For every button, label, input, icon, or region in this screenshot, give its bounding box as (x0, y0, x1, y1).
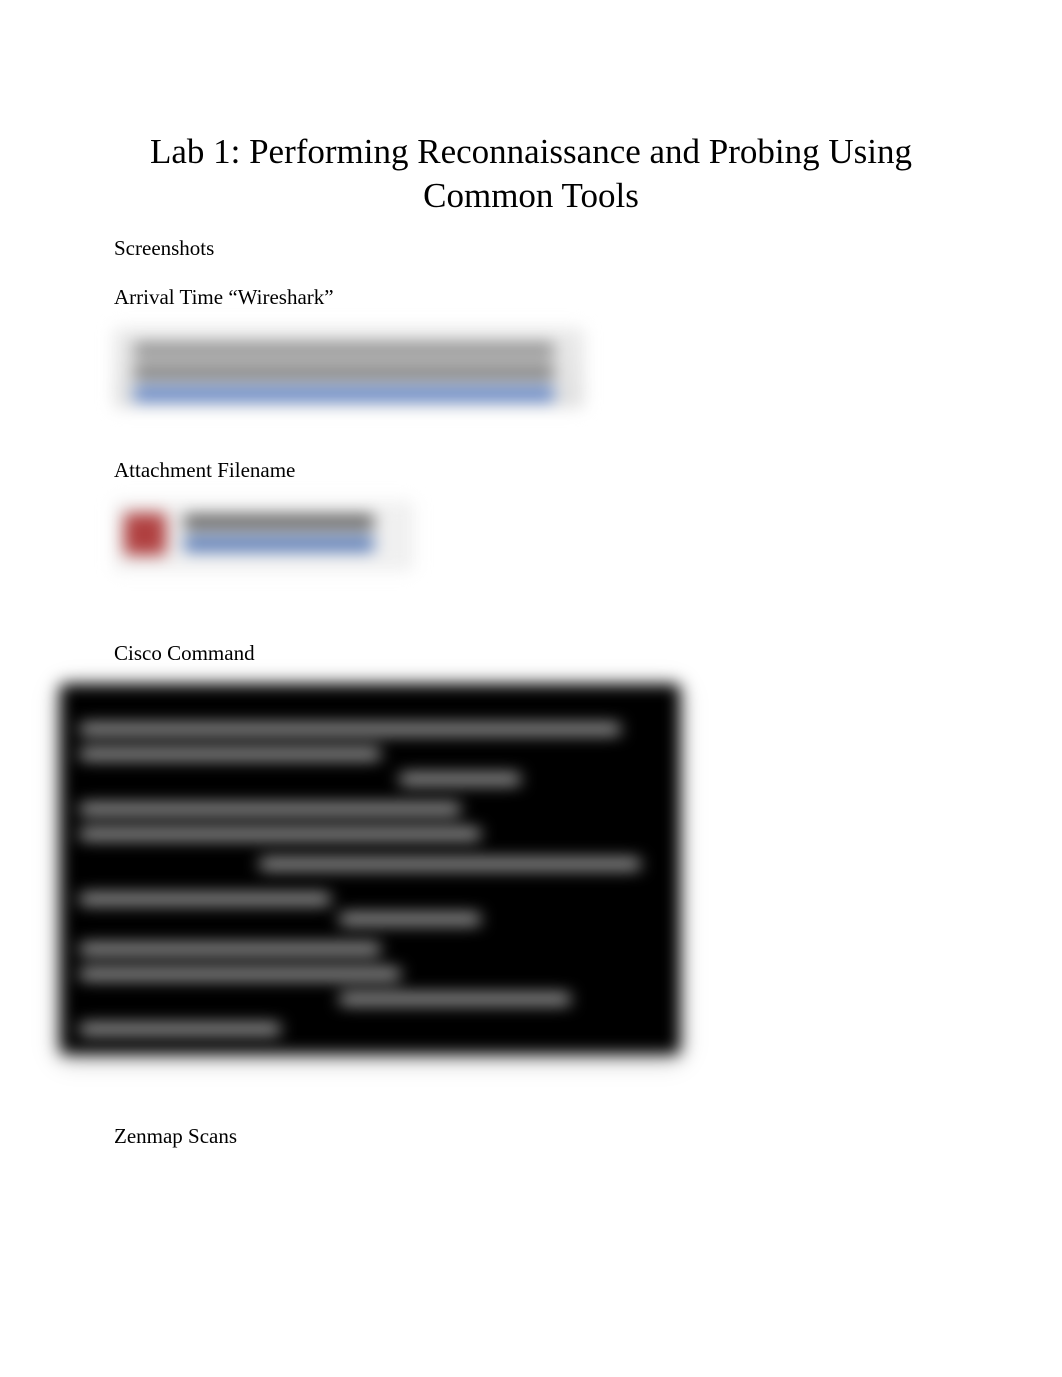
document-page: Lab 1: Performing Reconnaissance and Pro… (0, 0, 1062, 1227)
screenshots-heading: Screenshots (114, 236, 1002, 261)
attachment-screenshot-image (114, 501, 414, 571)
cisco-command-heading: Cisco Command (114, 641, 1002, 666)
page-title: Lab 1: Performing Reconnaissance and Pro… (60, 130, 1002, 218)
attachment-filename-heading: Attachment Filename (114, 458, 1002, 483)
arrival-time-heading: Arrival Time “Wireshark” (114, 285, 1002, 310)
cisco-terminal-screenshot-image (60, 684, 680, 1054)
zenmap-scans-heading: Zenmap Scans (114, 1124, 1002, 1149)
wireshark-screenshot-image (114, 328, 584, 408)
